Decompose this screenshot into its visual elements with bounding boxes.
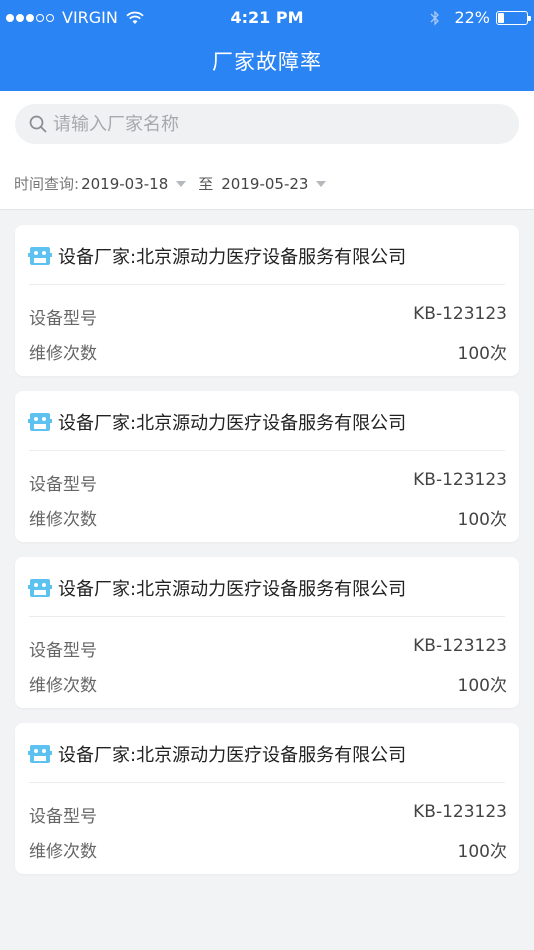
vendor-name: 北京源动力医疗设备服务有限公司 — [136, 745, 407, 766]
status-right: 22% — [430, 8, 531, 27]
chevron-down-icon — [176, 180, 187, 187]
vendor-list: 设备厂家: 北京源动力医疗设备服务有限公司 设备型号 KB-123123 维修次… — [15, 225, 519, 889]
device-icon — [28, 247, 52, 265]
repair-value: 100次 — [457, 344, 507, 364]
model-value: KB-123123 — [413, 470, 507, 490]
vendor-card[interactable]: 设备厂家: 北京源动力医疗设备服务有限公司 设备型号 KB-123123 维修次… — [15, 225, 519, 376]
model-row: 设备型号 KB-123123 — [29, 470, 507, 495]
header: VIRGIN 4:21 PM 22% 厂家故障率 — [0, 0, 534, 91]
page-title: 厂家故障率 — [212, 50, 322, 74]
device-icon — [28, 413, 52, 431]
repair-value: 100次 — [457, 842, 507, 862]
date-filter-label: 时间查询: — [14, 175, 80, 193]
bluetooth-icon — [430, 9, 440, 26]
repair-label: 维修次数 — [29, 842, 97, 862]
card-header: 设备厂家: 北京源动力医疗设备服务有限公司 — [28, 409, 406, 435]
repair-row: 维修次数 100次 — [29, 671, 507, 696]
device-icon — [28, 745, 52, 763]
model-row: 设备型号 KB-123123 — [29, 636, 507, 661]
vendor-label: 设备厂家: — [58, 579, 137, 600]
model-label: 设备型号 — [29, 475, 97, 495]
start-date-value: 2019-03-18 — [81, 174, 169, 193]
model-row: 设备型号 KB-123123 — [29, 304, 507, 329]
model-row: 设备型号 KB-123123 — [29, 802, 507, 827]
repair-label: 维修次数 — [29, 344, 97, 364]
end-date-value: 2019-05-23 — [221, 174, 309, 193]
battery-percent: 22% — [454, 8, 490, 27]
vendor-card[interactable]: 设备厂家: 北京源动力医疗设备服务有限公司 设备型号 KB-123123 维修次… — [15, 557, 519, 708]
card-header: 设备厂家: 北京源动力医疗设备服务有限公司 — [28, 741, 406, 767]
battery-tip — [528, 15, 531, 21]
start-date-select[interactable]: 2019-03-18 — [81, 175, 198, 193]
divider — [29, 616, 505, 617]
repair-value: 100次 — [457, 676, 507, 696]
model-value: KB-123123 — [413, 304, 507, 324]
chevron-down-icon — [316, 180, 327, 187]
repair-row: 维修次数 100次 — [29, 505, 507, 530]
filter-area: 时间查询: 2019-03-18 至 2019-05-23 — [0, 91, 534, 210]
search-input[interactable] — [53, 113, 519, 135]
vendor-name: 北京源动力医疗设备服务有限公司 — [136, 247, 407, 268]
repair-row: 维修次数 100次 — [29, 339, 507, 364]
search-box[interactable] — [15, 104, 519, 144]
vendor-card[interactable]: 设备厂家: 北京源动力医疗设备服务有限公司 设备型号 KB-123123 维修次… — [15, 391, 519, 542]
battery-icon — [496, 10, 531, 25]
vendor-label: 设备厂家: — [58, 413, 137, 434]
model-label: 设备型号 — [29, 309, 97, 329]
battery-fill — [498, 12, 505, 23]
card-header: 设备厂家: 北京源动力医疗设备服务有限公司 — [28, 575, 406, 601]
model-value: KB-123123 — [413, 636, 507, 656]
repair-label: 维修次数 — [29, 510, 97, 530]
divider — [29, 450, 505, 451]
device-icon — [28, 579, 52, 597]
divider — [29, 284, 505, 285]
vendor-label: 设备厂家: — [58, 247, 137, 268]
model-value: KB-123123 — [413, 802, 507, 822]
divider — [29, 782, 505, 783]
model-label: 设备型号 — [29, 641, 97, 661]
vendor-card[interactable]: 设备厂家: 北京源动力医疗设备服务有限公司 设备型号 KB-123123 维修次… — [15, 723, 519, 874]
search-icon — [29, 115, 47, 133]
date-separator: 至 — [198, 175, 214, 193]
vendor-name: 北京源动力医疗设备服务有限公司 — [136, 579, 407, 600]
repair-value: 100次 — [457, 510, 507, 530]
repair-row: 维修次数 100次 — [29, 837, 507, 862]
status-bar: VIRGIN 4:21 PM 22% — [0, 0, 534, 36]
repair-label: 维修次数 — [29, 676, 97, 696]
date-filter: 时间查询: 2019-03-18 至 2019-05-23 — [14, 173, 338, 194]
vendor-label: 设备厂家: — [58, 745, 137, 766]
card-header: 设备厂家: 北京源动力医疗设备服务有限公司 — [28, 243, 406, 269]
model-label: 设备型号 — [29, 807, 97, 827]
end-date-select[interactable]: 2019-05-23 — [215, 175, 338, 193]
vendor-name: 北京源动力医疗设备服务有限公司 — [136, 413, 407, 434]
